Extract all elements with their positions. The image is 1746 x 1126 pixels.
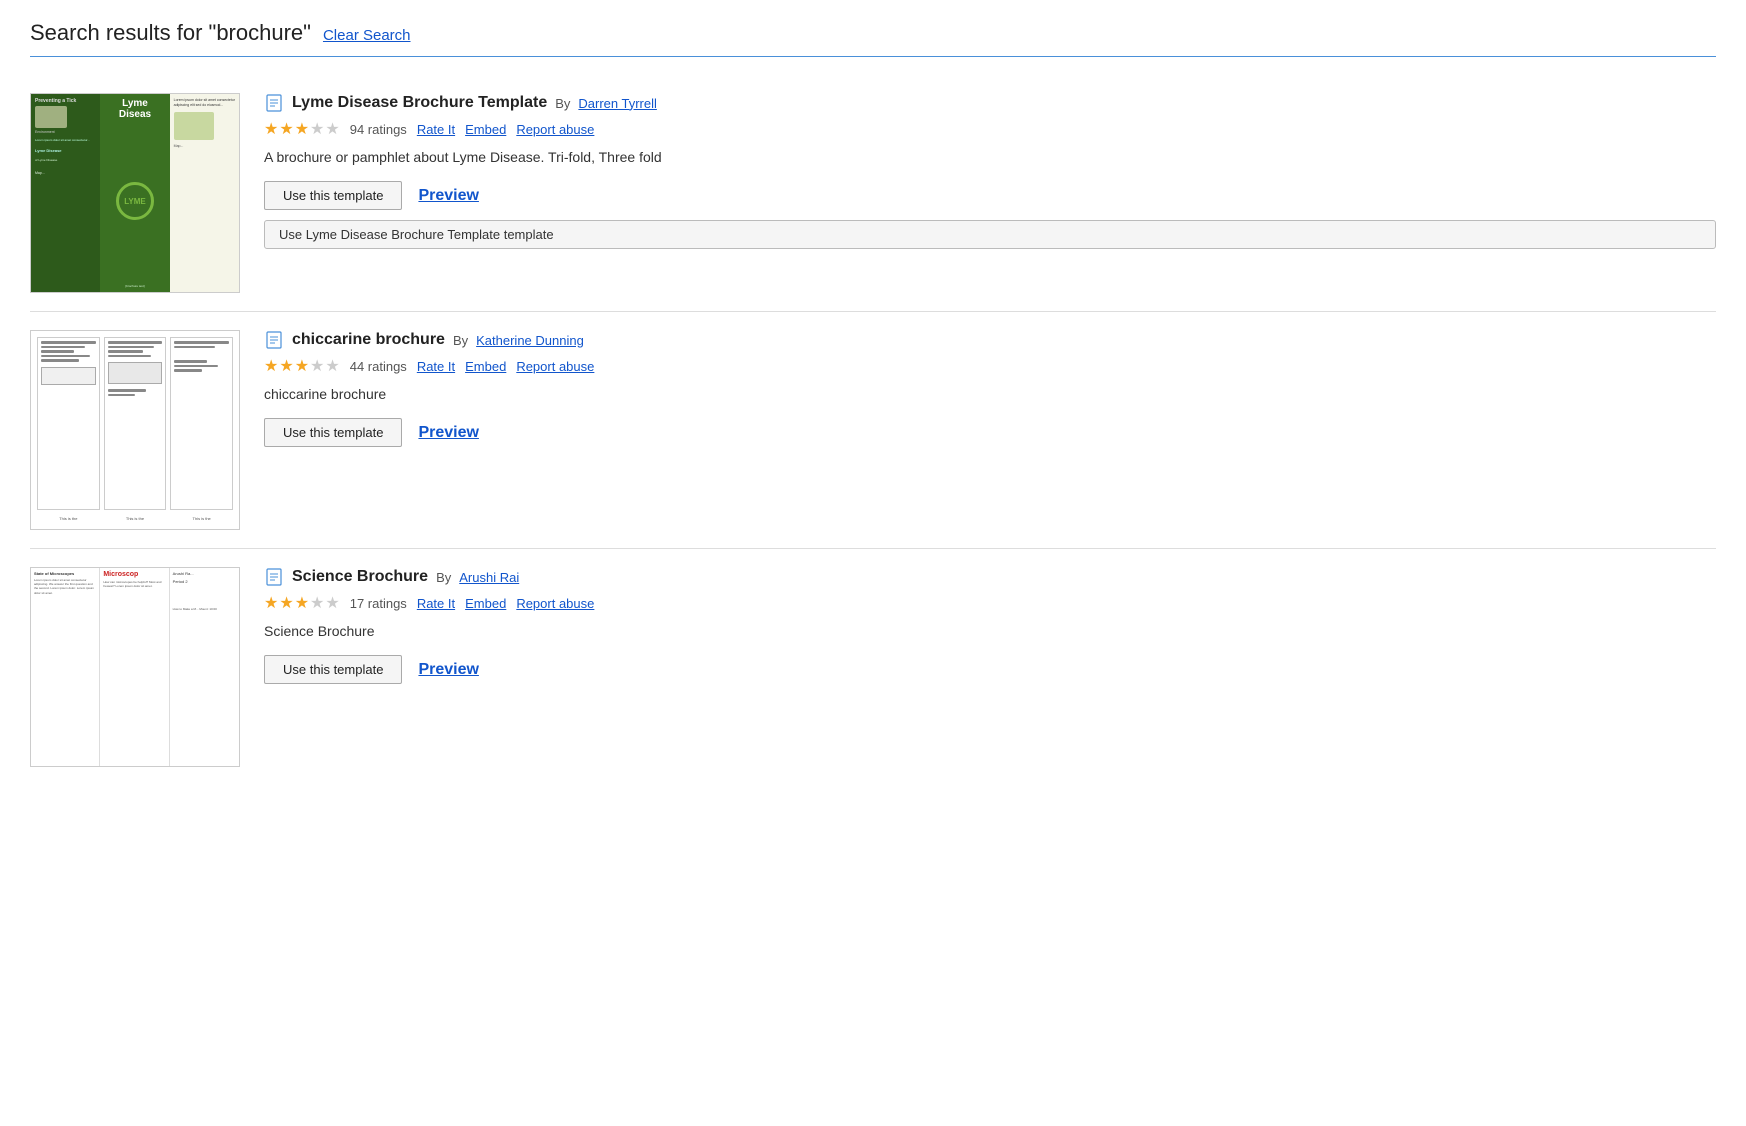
actions-row-science: Use this template Preview xyxy=(264,655,1716,684)
result-item-science: State of Microscopes Lorem ipsum dolor s… xyxy=(30,549,1716,785)
rate-it-lyme[interactable]: Rate It xyxy=(417,122,455,137)
by-label-science: By xyxy=(436,570,451,585)
thumbnail-science[interactable]: State of Microscopes Lorem ipsum dolor s… xyxy=(30,567,240,767)
star-1-lyme: ★ xyxy=(264,119,278,139)
search-prefix: Search results for xyxy=(30,20,209,45)
star-3-science: ★ xyxy=(295,593,309,613)
actions-row-lyme: Use this template Preview xyxy=(264,181,1716,210)
star-5-chiccarine: ★ xyxy=(325,356,339,376)
result-title-lyme: Lyme Disease Brochure Template xyxy=(292,94,547,112)
result-title-row-science: Science Brochure By Arushi Rai xyxy=(264,567,1716,587)
description-science: Science Brochure xyxy=(264,623,1716,639)
result-info-science: Science Brochure By Arushi Rai ★ ★ ★ ★ ★… xyxy=(264,567,1716,684)
star-1-chiccarine: ★ xyxy=(264,356,278,376)
result-title-chiccarine: chiccarine brochure xyxy=(292,331,445,349)
report-abuse-chiccarine[interactable]: Report abuse xyxy=(516,359,594,374)
star-4-chiccarine: ★ xyxy=(310,356,324,376)
embed-lyme[interactable]: Embed xyxy=(465,122,506,137)
ratings-count-lyme: 94 ratings xyxy=(350,122,407,137)
result-item-chiccarine: This is the This is the This is the chic… xyxy=(30,312,1716,549)
result-title-row-chiccarine: chiccarine brochure By Katherine Dunning xyxy=(264,330,1716,350)
description-chiccarine: chiccarine brochure xyxy=(264,386,1716,402)
result-info-lyme: Lyme Disease Brochure Template By Darren… xyxy=(264,93,1716,249)
rate-it-science[interactable]: Rate It xyxy=(417,596,455,611)
preview-link-chiccarine[interactable]: Preview xyxy=(418,424,478,442)
ratings-count-science: 17 ratings xyxy=(350,596,407,611)
star-2-science: ★ xyxy=(279,593,293,613)
header-divider xyxy=(30,56,1716,57)
result-title-science: Science Brochure xyxy=(292,568,428,586)
star-2-chiccarine: ★ xyxy=(279,356,293,376)
doc-icon-science xyxy=(264,567,284,587)
ratings-row-science: ★ ★ ★ ★ ★ 17 ratings Rate It Embed Repor… xyxy=(264,593,1716,613)
search-query: "brochure" xyxy=(209,20,311,45)
thumbnail-lyme[interactable]: Preventing a Tick Environment Lorem ipsu… xyxy=(30,93,240,293)
star-4-science: ★ xyxy=(310,593,324,613)
star-3-chiccarine: ★ xyxy=(295,356,309,376)
rate-it-chiccarine[interactable]: Rate It xyxy=(417,359,455,374)
preview-link-lyme[interactable]: Preview xyxy=(418,187,478,205)
author-link-chiccarine[interactable]: Katherine Dunning xyxy=(476,333,584,348)
doc-icon-lyme xyxy=(264,93,284,113)
doc-icon-chiccarine xyxy=(264,330,284,350)
author-link-lyme[interactable]: Darren Tyrrell xyxy=(578,96,657,111)
star-4-lyme: ★ xyxy=(310,119,324,139)
star-5-lyme: ★ xyxy=(325,119,339,139)
report-abuse-science[interactable]: Report abuse xyxy=(516,596,594,611)
use-template-btn-chiccarine[interactable]: Use this template xyxy=(264,418,402,447)
description-lyme: A brochure or pamphlet about Lyme Diseas… xyxy=(264,149,1716,165)
author-link-science[interactable]: Arushi Rai xyxy=(459,570,519,585)
use-template-btn-science[interactable]: Use this template xyxy=(264,655,402,684)
ratings-count-chiccarine: 44 ratings xyxy=(350,359,407,374)
star-3-lyme: ★ xyxy=(295,119,309,139)
by-label-lyme: By xyxy=(555,96,570,111)
result-item-lyme: Preventing a Tick Environment Lorem ipsu… xyxy=(30,75,1716,312)
stars-lyme: ★ ★ ★ ★ ★ xyxy=(264,119,340,139)
tooltip-lyme: Use Lyme Disease Brochure Template templ… xyxy=(264,220,1716,249)
result-title-row-lyme: Lyme Disease Brochure Template By Darren… xyxy=(264,93,1716,113)
ratings-row-chiccarine: ★ ★ ★ ★ ★ 44 ratings Rate It Embed Repor… xyxy=(264,356,1716,376)
use-template-btn-lyme[interactable]: Use this template xyxy=(264,181,402,210)
ratings-row-lyme: ★ ★ ★ ★ ★ 94 ratings Rate It Embed Repor… xyxy=(264,119,1716,139)
preview-link-science[interactable]: Preview xyxy=(418,661,478,679)
stars-chiccarine: ★ ★ ★ ★ ★ xyxy=(264,356,340,376)
clear-search-link[interactable]: Clear Search xyxy=(323,27,411,44)
report-abuse-lyme[interactable]: Report abuse xyxy=(516,122,594,137)
search-title: Search results for "brochure" xyxy=(30,20,311,46)
embed-chiccarine[interactable]: Embed xyxy=(465,359,506,374)
embed-science[interactable]: Embed xyxy=(465,596,506,611)
actions-row-chiccarine: Use this template Preview xyxy=(264,418,1716,447)
search-header: Search results for "brochure" Clear Sear… xyxy=(30,20,1716,46)
star-2-lyme: ★ xyxy=(279,119,293,139)
thumbnail-chiccarine[interactable]: This is the This is the This is the xyxy=(30,330,240,530)
star-5-science: ★ xyxy=(325,593,339,613)
results-list: Preventing a Tick Environment Lorem ipsu… xyxy=(30,75,1716,785)
star-1-science: ★ xyxy=(264,593,278,613)
by-label-chiccarine: By xyxy=(453,333,468,348)
result-info-chiccarine: chiccarine brochure By Katherine Dunning… xyxy=(264,330,1716,447)
stars-science: ★ ★ ★ ★ ★ xyxy=(264,593,340,613)
